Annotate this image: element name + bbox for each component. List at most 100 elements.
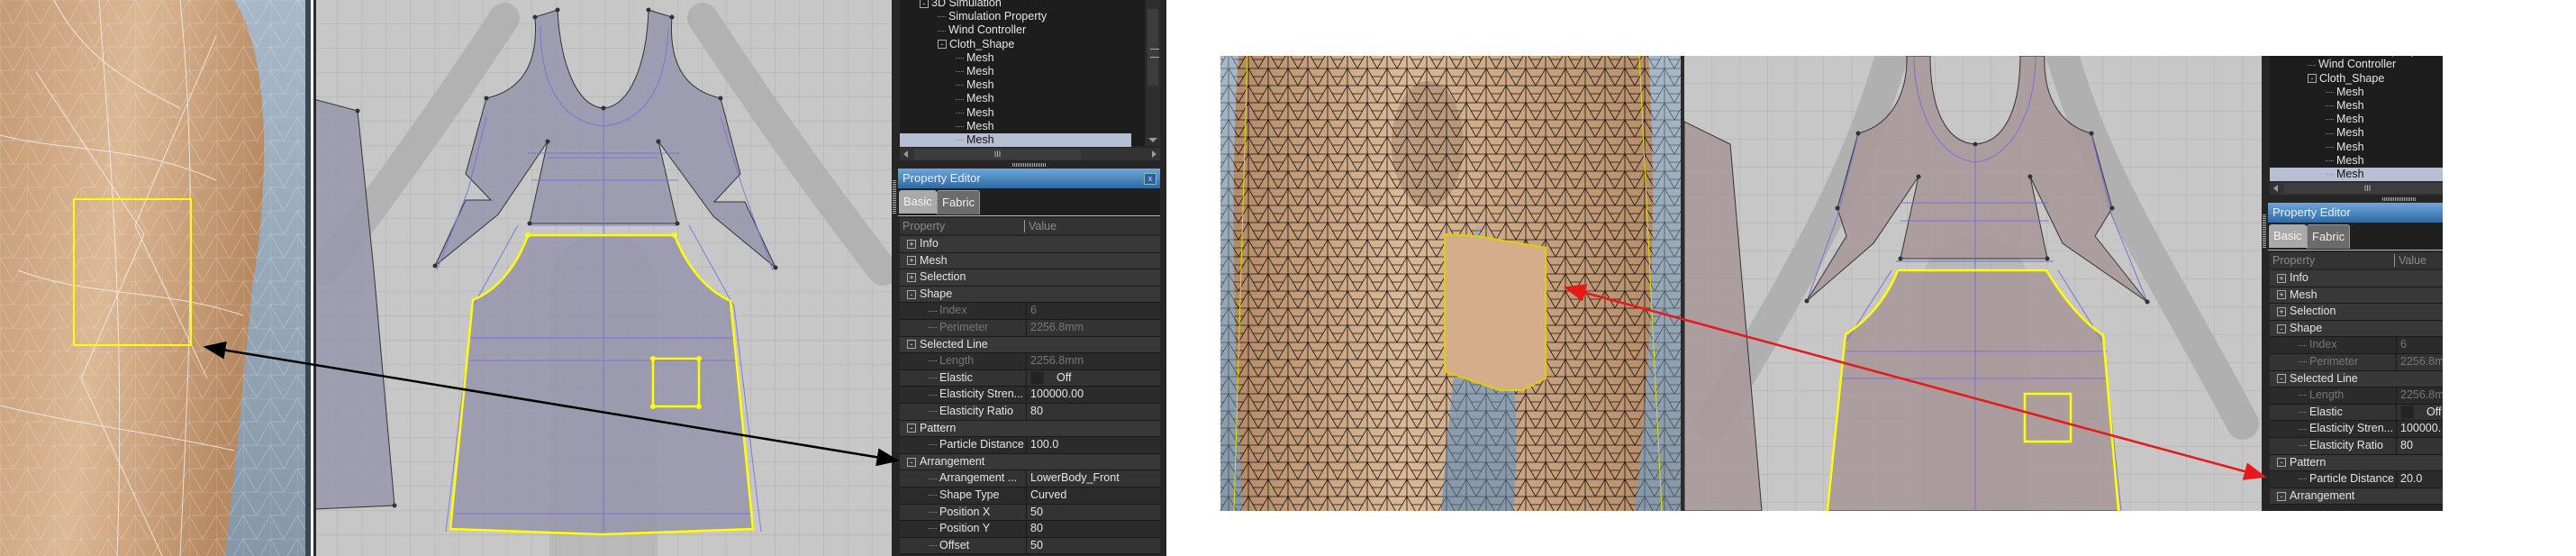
scrollbar-thumb[interactable]: III xyxy=(914,149,1081,160)
property-row[interactable]: Offset 50 xyxy=(900,537,1161,555)
property-value[interactable]: Off xyxy=(1026,369,1161,387)
tree-item[interactable]: Mesh xyxy=(900,133,1131,147)
property-value[interactable]: 50 xyxy=(1026,537,1161,554)
property-row[interactable]: Particle Distance 20.0 xyxy=(2270,471,2443,488)
collapse-toggle-icon[interactable]: - xyxy=(938,40,947,50)
property-row[interactable]: Index 6 xyxy=(900,303,1160,320)
tree-item[interactable]: Wind Controller xyxy=(2270,58,2443,71)
collapse-toggle-icon[interactable]: - xyxy=(2277,324,2286,333)
expand-toggle-icon[interactable]: + xyxy=(2277,290,2286,300)
tree-item[interactable]: Mesh xyxy=(2270,86,2443,99)
collapse-toggle-icon[interactable]: - xyxy=(2277,374,2286,384)
property-row[interactable]: Index 6 xyxy=(2270,337,2443,354)
property-group-row[interactable]: - Shape xyxy=(900,286,1160,304)
property-row[interactable]: Arrangement ... LowerBody_Front xyxy=(900,470,1160,488)
close-icon[interactable]: x xyxy=(1144,173,1156,185)
property-value[interactable]: 100.0 xyxy=(1026,437,1161,453)
property-row[interactable]: Shape Type Curved xyxy=(900,488,1160,505)
property-group-row[interactable]: + Info xyxy=(2270,270,2443,287)
collapse-toggle-icon[interactable]: - xyxy=(920,0,929,8)
scrollbar-thumb[interactable] xyxy=(1147,9,1159,86)
property-value[interactable]: 100000.00 xyxy=(1026,387,1161,403)
tree-item[interactable]: Mesh xyxy=(900,106,1131,120)
tree-vertical-scrollbar[interactable] xyxy=(1146,0,1160,146)
property-group-row[interactable]: - Arrangement xyxy=(900,453,1160,471)
property-group-row[interactable]: + Selection xyxy=(2270,304,2443,321)
property-value[interactable]: 80 xyxy=(2396,438,2443,454)
tab-basic[interactable]: Basic xyxy=(2269,224,2307,248)
tab-fabric[interactable]: Fabric xyxy=(2307,224,2351,249)
dock-grip-handle[interactable] xyxy=(2263,214,2266,249)
tree-item[interactable]: Wind Controller xyxy=(900,23,1131,37)
property-row[interactable]: Perimeter 2256.8m xyxy=(2270,354,2443,371)
scroll-left-arrow-icon[interactable] xyxy=(2273,185,2278,192)
elastic-checkbox[interactable] xyxy=(2400,406,2414,419)
property-value[interactable]: Curved xyxy=(1026,488,1161,504)
property-row[interactable]: Elasticity Stren... 100000. xyxy=(2270,421,2443,438)
tree-item[interactable]: - Cloth_Shape xyxy=(900,38,1131,51)
elastic-checkbox[interactable] xyxy=(1030,371,1044,385)
tree-item[interactable]: Mesh xyxy=(900,120,1131,133)
expand-toggle-icon[interactable]: + xyxy=(2277,306,2286,316)
column-divider[interactable] xyxy=(1024,220,1025,232)
property-value[interactable]: LowerBody_Front xyxy=(1026,470,1161,487)
column-divider[interactable] xyxy=(2394,254,2395,267)
property-value[interactable]: 50 xyxy=(1026,504,1161,521)
property-group-row[interactable]: - Selected Line xyxy=(2270,370,2443,388)
property-group-row[interactable]: - Selected Line xyxy=(900,336,1160,354)
property-row[interactable]: Position Y 80 xyxy=(900,521,1160,538)
property-value[interactable]: Off xyxy=(2396,404,2443,421)
property-value[interactable]: 80 xyxy=(1026,521,1161,537)
tree-item[interactable]: Mesh xyxy=(900,51,1131,65)
property-group-row[interactable]: + Mesh xyxy=(2270,287,2443,305)
tree-horizontal-scrollbar[interactable]: III xyxy=(900,148,1160,160)
property-row[interactable]: Length 2256.8m xyxy=(2270,387,2443,405)
property-value[interactable]: 80 xyxy=(1026,404,1161,420)
tree-item[interactable]: Mesh xyxy=(2270,99,2443,113)
property-row[interactable]: Elasticity Stren... 100000.00 xyxy=(900,387,1160,404)
property-row[interactable]: Elastic Off xyxy=(2270,404,2443,422)
scroll-down-arrow-icon[interactable] xyxy=(1148,138,1157,142)
tree-item[interactable]: Mesh xyxy=(2270,168,2443,181)
collapse-toggle-icon[interactable]: - xyxy=(907,424,916,433)
property-row[interactable]: Length 2256.8mm xyxy=(900,353,1160,370)
tab-basic[interactable]: Basic xyxy=(899,190,937,214)
property-row[interactable]: Elastic Off xyxy=(900,369,1161,387)
tree-item[interactable]: Mesh xyxy=(2270,126,2443,140)
property-value[interactable]: 100000. xyxy=(2396,421,2443,437)
tree-item[interactable]: Mesh xyxy=(2270,141,2443,154)
property-group-row[interactable]: + Mesh xyxy=(900,252,1160,270)
tree-horizontal-scrollbar[interactable]: III xyxy=(2270,182,2443,195)
collapse-toggle-icon[interactable]: - xyxy=(2277,491,2286,501)
expand-toggle-icon[interactable]: + xyxy=(907,256,916,266)
collapse-toggle-icon[interactable]: - xyxy=(907,340,916,350)
property-row[interactable]: Perimeter 2256.8mm xyxy=(900,320,1160,337)
tree-item[interactable]: - Cloth_Shape xyxy=(2270,72,2443,86)
dock-grip-handle[interactable] xyxy=(893,180,896,214)
property-group-row[interactable]: - Pattern xyxy=(2270,454,2443,472)
scroll-left-arrow-icon[interactable] xyxy=(903,150,908,158)
panel-splitter-handle[interactable] xyxy=(2382,197,2417,201)
collapse-toggle-icon[interactable]: - xyxy=(907,457,916,467)
tree-item[interactable]: -3D Simulation xyxy=(900,0,1131,10)
property-group-row[interactable]: - Arrangement xyxy=(2270,488,2443,506)
scrollbar-thumb[interactable]: III xyxy=(2284,183,2443,194)
tree-item[interactable]: Mesh xyxy=(900,92,1131,105)
property-group-row[interactable]: + Selection xyxy=(900,269,1160,287)
property-row[interactable]: Position X 50 xyxy=(900,504,1161,522)
property-value[interactable]: 20.0 xyxy=(2396,471,2443,488)
scroll-right-arrow-icon[interactable] xyxy=(1152,150,1156,158)
collapse-toggle-icon[interactable]: - xyxy=(907,289,916,299)
property-row[interactable]: Elasticity Ratio 80 xyxy=(900,404,1160,421)
tab-fabric[interactable]: Fabric xyxy=(937,190,981,214)
tree-item[interactable]: Simulation Property xyxy=(900,10,1131,23)
collapse-toggle-icon[interactable]: - xyxy=(2308,74,2317,84)
tree-item[interactable]: Mesh xyxy=(900,65,1131,78)
tree-item[interactable]: Mesh xyxy=(2270,154,2443,168)
collapse-toggle-icon[interactable]: - xyxy=(2277,458,2286,468)
expand-toggle-icon[interactable]: + xyxy=(907,239,916,249)
panel-splitter-handle[interactable] xyxy=(1012,163,1047,167)
property-group-row[interactable]: - Shape xyxy=(2270,320,2443,338)
expand-toggle-icon[interactable]: + xyxy=(907,272,916,282)
property-row[interactable]: Elasticity Ratio 80 xyxy=(2270,438,2443,455)
